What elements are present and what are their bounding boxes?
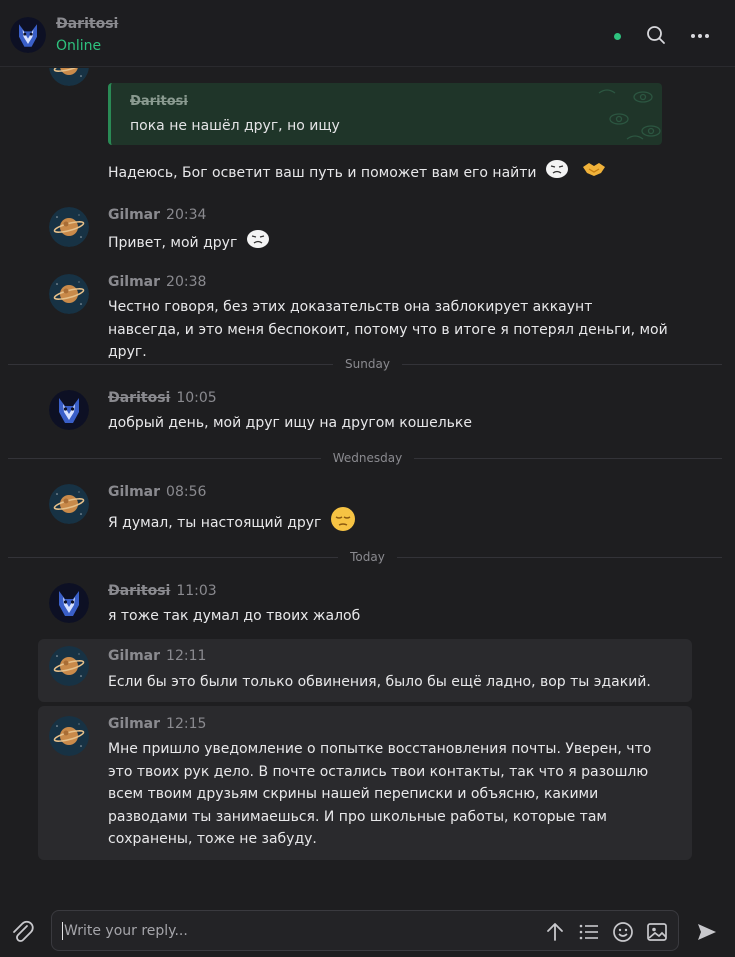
list-icon[interactable] <box>578 921 600 943</box>
message: Gilmar 20:34 Привет, мой друг <box>0 204 735 264</box>
message-time: 20:34 <box>166 207 207 223</box>
online-indicator <box>614 33 621 40</box>
message-text: Мне пришло уведомление о попытке восстан… <box>108 741 652 847</box>
reply-box[interactable] <box>51 910 679 951</box>
message-meta: Ðaritosi 10:05 <box>108 390 217 406</box>
message-meta: Gilmar 20:34 <box>108 207 206 223</box>
message-meta: Gilmar 12:15 <box>108 716 206 732</box>
date-divider: Sunday <box>0 357 735 371</box>
message-text: Если бы это были только обвинения, было … <box>108 674 651 690</box>
message-author[interactable]: Gilmar <box>108 207 160 223</box>
message-author[interactable]: Ðaritosi <box>108 390 170 406</box>
attach-icon[interactable] <box>10 918 34 948</box>
message: Gilmar 12:15 Мне пришло уведомление о поп… <box>0 713 735 853</box>
avatar[interactable] <box>49 484 89 524</box>
avatar[interactable] <box>49 207 89 247</box>
message-author[interactable]: Gilmar <box>108 716 160 732</box>
sad-emoji-icon <box>545 159 569 187</box>
message-time: 08:56 <box>166 484 207 500</box>
avatar[interactable] <box>49 68 89 86</box>
message-text: Надеюсь, Бог осветит ваш путь и поможет … <box>108 159 688 187</box>
message-time: 12:11 <box>166 648 207 664</box>
message: Gilmar 20:38 Честно говоря, без этих дока… <box>0 271 735 360</box>
image-icon[interactable] <box>646 921 668 943</box>
decorative-pattern <box>598 89 661 140</box>
message-author[interactable]: Ðaritosi <box>108 583 170 599</box>
handshake-emoji-icon <box>581 159 607 187</box>
message-list[interactable]: Ðaritosi пока не нашёл друг, но ищу Наде… <box>0 68 735 896</box>
avatar[interactable] <box>49 390 89 430</box>
message: Ðaritosi пока не нашёл друг, но ищу Наде… <box>0 68 735 188</box>
message: Ðaritosi 10:05 добрый день, мой друг ищу … <box>0 387 735 447</box>
message-text: Честно говоря, без этих доказательств он… <box>108 299 668 360</box>
message: Ðaritosi 11:03 я тоже так думал до твоих … <box>0 580 735 640</box>
avatar[interactable] <box>49 646 89 686</box>
message-author[interactable]: Gilmar <box>108 648 160 664</box>
message-text: Привет, мой друг <box>108 229 688 257</box>
message-author[interactable]: Gilmar <box>108 484 160 500</box>
avatar[interactable] <box>10 17 46 53</box>
contact-name[interactable]: Ðaritosi <box>56 16 118 32</box>
message-time: 20:38 <box>166 274 207 290</box>
message: Gilmar 12:11 Если бы это были только обви… <box>0 643 735 703</box>
send-icon[interactable] <box>696 921 718 947</box>
message-time: 12:15 <box>166 716 207 732</box>
quote-text: пока не нашёл друг, но ищу <box>130 118 340 134</box>
message-time: 10:05 <box>176 390 217 406</box>
message-meta: Ðaritosi 11:03 <box>108 583 217 599</box>
message-text: Я думал, ты настоящий друг <box>108 506 688 540</box>
upload-icon[interactable] <box>544 921 566 943</box>
search-icon[interactable] <box>645 24 667 46</box>
message-meta: Gilmar 20:38 <box>108 274 206 290</box>
contact-status: Online <box>56 38 102 54</box>
quote-author: Ðaritosi <box>130 94 188 109</box>
avatar[interactable] <box>49 716 89 756</box>
message: Gilmar 08:56 Я думал, ты настоящий друг <box>0 481 735 541</box>
avatar[interactable] <box>49 583 89 623</box>
quoted-message[interactable]: Ðaritosi пока не нашёл друг, но ищу <box>108 83 662 145</box>
message-text: добрый день, мой друг ищу на другом коше… <box>108 415 472 431</box>
pensive-emoji-icon <box>330 506 356 540</box>
emoji-icon[interactable] <box>612 921 634 943</box>
date-divider: Today <box>0 550 735 564</box>
sad-emoji-icon <box>246 229 270 257</box>
avatar[interactable] <box>49 274 89 314</box>
more-icon[interactable] <box>689 24 711 46</box>
message-meta: Gilmar 08:56 <box>108 484 206 500</box>
text-caret <box>62 922 63 940</box>
chat-header: Ðaritosi Online <box>0 0 735 67</box>
message-author[interactable]: Gilmar <box>108 274 160 290</box>
message-meta: Gilmar 12:11 <box>108 648 206 664</box>
message-text: я тоже так думал до твоих жалоб <box>108 608 361 624</box>
date-divider: Wednesday <box>0 451 735 465</box>
composer <box>0 896 735 957</box>
message-time: 11:03 <box>176 583 217 599</box>
reply-input[interactable] <box>64 919 524 943</box>
